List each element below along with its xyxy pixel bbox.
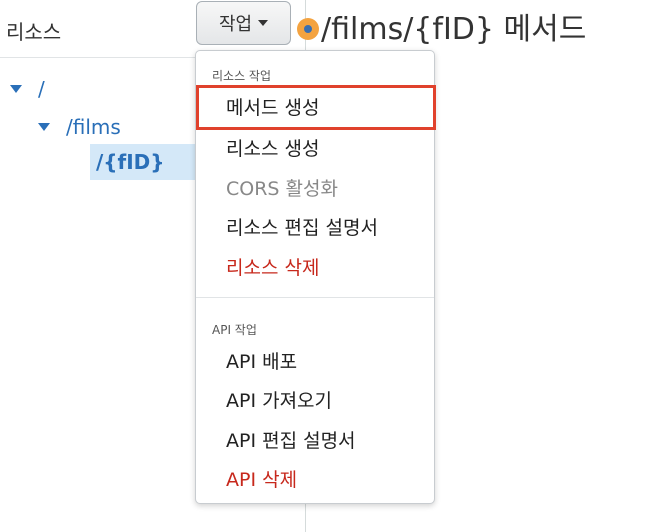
menu-item-deploy-api[interactable]: API 배포 (226, 347, 297, 374)
method-indicator-center (304, 25, 312, 33)
menu-item-create-method[interactable]: 메서드 생성 (226, 93, 319, 120)
chevron-down-icon (258, 20, 269, 26)
tree-node-root[interactable]: / (10, 72, 45, 106)
menu-section-header-resource: 리소스 작업 (212, 69, 272, 83)
actions-dropdown-menu: 리소스 작업 메서드 생성 리소스 생성 CORS 활성화 리소스 편집 설명서… (195, 50, 436, 504)
menu-item-edit-api-docs[interactable]: API 편집 설명서 (226, 426, 356, 453)
menu-item-edit-resource-docs[interactable]: 리소스 편집 설명서 (226, 213, 378, 240)
menu-item-create-resource[interactable]: 리소스 생성 (226, 134, 319, 161)
tree-node-label: /films (66, 115, 121, 139)
expand-caret-icon[interactable] (10, 85, 22, 93)
api-gateway-resources-view: 리소스 / /films /{fID} 작업 /films/{fID} 메서드 … (0, 0, 669, 532)
menu-section-header-api: API 작업 (212, 323, 257, 337)
menu-item-delete-api[interactable]: API 삭제 (226, 465, 297, 492)
menu-item-enable-cors[interactable]: CORS 활성화 (226, 174, 338, 201)
menu-item-delete-resource[interactable]: 리소스 삭제 (226, 253, 319, 280)
method-indicator-icon (297, 18, 319, 40)
tree-node-label: / (38, 77, 45, 101)
expand-caret-icon[interactable] (38, 123, 50, 131)
menu-divider (196, 297, 434, 298)
menu-item-import-api[interactable]: API 가져오기 (226, 386, 332, 413)
actions-button-label: 작업 (218, 14, 253, 35)
resources-pane-title: 리소스 (6, 20, 62, 44)
page-title: /films/{fID} 메서드 (321, 12, 587, 47)
tree-node-films[interactable]: /films (38, 110, 121, 144)
actions-dropdown-button[interactable]: 작업 (196, 1, 291, 45)
tree-node-label: /{fID} (96, 150, 165, 174)
